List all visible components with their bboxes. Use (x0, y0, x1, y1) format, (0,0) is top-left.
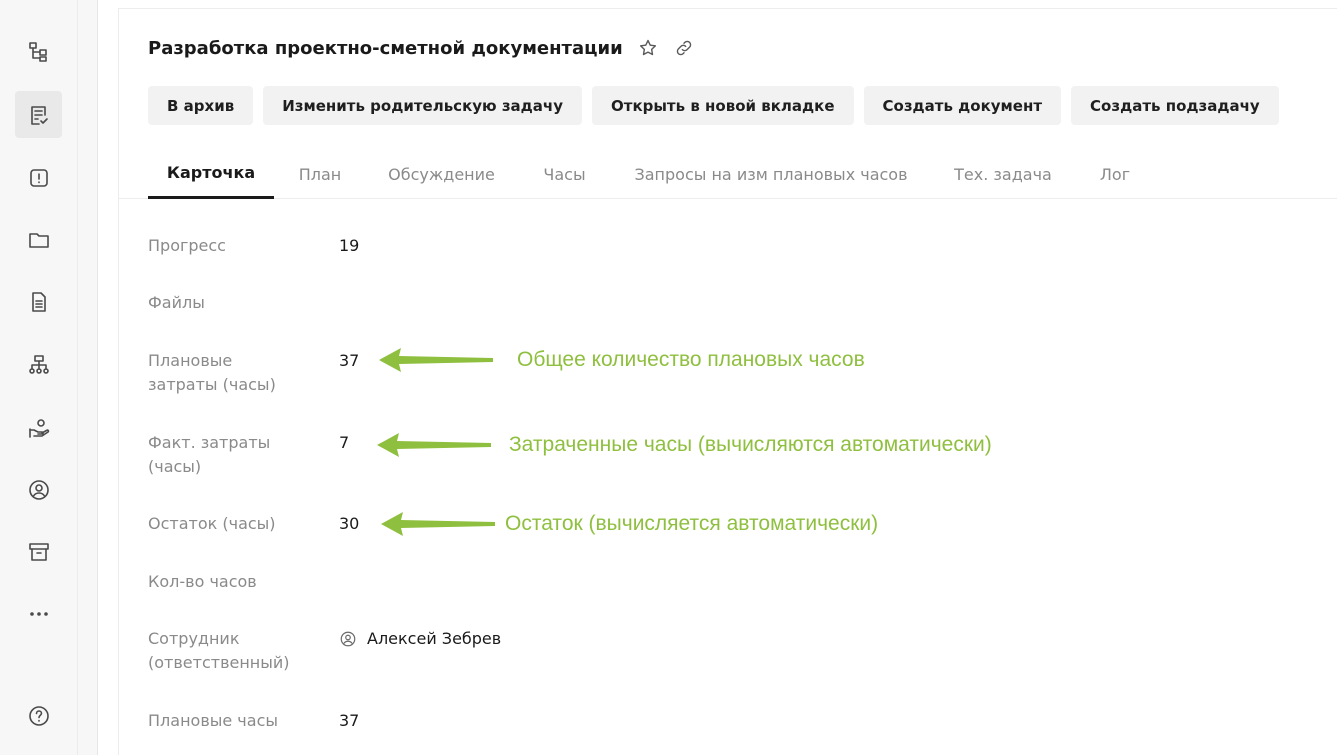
sidebar-item-profile[interactable] (15, 466, 62, 513)
annotation-remaining: Остаток (вычисляется автоматически) (379, 509, 878, 539)
sidebar-item-finance[interactable] (15, 404, 62, 451)
org-structure-icon (28, 354, 49, 374)
archive-icon (28, 542, 49, 561)
alert-icon (29, 168, 48, 187)
hours-count-label: Кол-во часов (148, 572, 257, 591)
help-icon (28, 705, 49, 726)
page-title: Разработка проектно-сметной документации (148, 37, 623, 59)
hierarchy-icon (28, 41, 47, 62)
sidebar-item-tasks[interactable] (15, 91, 62, 138)
open-new-tab-button[interactable]: Открыть в новой вкладке (592, 86, 854, 125)
user-icon (340, 631, 356, 647)
change-parent-task-button[interactable]: Изменить родительскую задачу (263, 86, 582, 125)
sidebar-item-hierarchy[interactable] (15, 28, 62, 75)
create-document-button[interactable]: Создать документ (863, 86, 1062, 125)
document-icon (31, 291, 46, 312)
green-arrow-icon (377, 433, 491, 457)
copy-link-button[interactable] (673, 37, 695, 59)
planned-hours-value: 37 (339, 711, 360, 730)
annotation-planned: Общее количество плановых часов (377, 345, 865, 375)
planned-costs-label: Плановые затраты (часы) (148, 351, 276, 394)
annotation-planned-text: Общее количество плановых часов (517, 348, 865, 371)
star-icon (639, 39, 656, 56)
hand-coins-icon (28, 418, 49, 438)
archive-button[interactable]: В архив (148, 86, 254, 125)
create-subtask-button[interactable]: Создать подзадачу (1071, 86, 1279, 125)
favorite-button[interactable] (637, 37, 659, 59)
tab-hours[interactable]: Часы (537, 149, 592, 199)
sidebar-item-archive[interactable] (15, 528, 62, 575)
planned-costs-value: 37 (339, 351, 360, 370)
folder-icon (28, 232, 49, 248)
planned-hours-label: Плановые часы (148, 711, 278, 730)
user-circle-icon (28, 479, 49, 500)
employee-name: Алексей Зебрев (367, 629, 502, 648)
progress-label: Прогресс (148, 236, 226, 255)
remaining-label: Остаток (часы) (148, 514, 276, 533)
employee-value[interactable]: Алексей Зебрев (339, 627, 501, 651)
tab-log[interactable]: Лог (1095, 149, 1135, 199)
employee-label: Сотрудник (ответственный) (148, 629, 290, 672)
remaining-value: 30 (339, 514, 360, 533)
progress-value: 19 (339, 236, 360, 255)
action-toolbar: В архив Изменить родительскую задачу Отк… (148, 86, 1279, 125)
green-arrow-icon (381, 512, 495, 536)
annotation-spent-text: Затраченные часы (вычисляются автоматиче… (509, 433, 992, 456)
tab-discussion[interactable]: Обсуждение (384, 149, 499, 199)
task-card-panel: Разработка проектно-сметной документации… (118, 8, 1337, 755)
sidebar-gutter (78, 0, 98, 755)
tab-tech-task[interactable]: Тех. задача (951, 149, 1055, 199)
sidebar-item-structure[interactable] (15, 341, 62, 388)
sidebar-item-help[interactable] (15, 692, 62, 739)
sidebar-item-folders[interactable] (15, 216, 62, 263)
green-arrow-icon (379, 348, 493, 372)
sidebar-item-documents[interactable] (15, 278, 62, 325)
actual-costs-label: Факт. затраты (часы) (148, 433, 271, 476)
annotation-remaining-text: Остаток (вычисляется автоматически) (505, 512, 879, 535)
annotation-spent: Затраченные часы (вычисляются автоматиче… (375, 430, 992, 460)
tab-plan[interactable]: План (294, 149, 346, 199)
actual-costs-value: 7 (339, 433, 350, 452)
link-icon (676, 40, 691, 56)
files-label: Файлы (148, 293, 205, 312)
sidebar (0, 0, 78, 755)
tab-card[interactable]: Карточка (148, 149, 274, 199)
title-row: Разработка проектно-сметной документации (148, 37, 695, 59)
tab-hour-change-requests[interactable]: Запросы на изм плановых часов (631, 149, 911, 199)
sidebar-item-alerts[interactable] (15, 154, 62, 201)
more-icon (29, 611, 48, 616)
tab-bar: Карточка План Обсуждение Часы Запросы на… (119, 149, 1337, 199)
task-list-icon (30, 105, 48, 125)
sidebar-item-more[interactable] (15, 590, 62, 637)
